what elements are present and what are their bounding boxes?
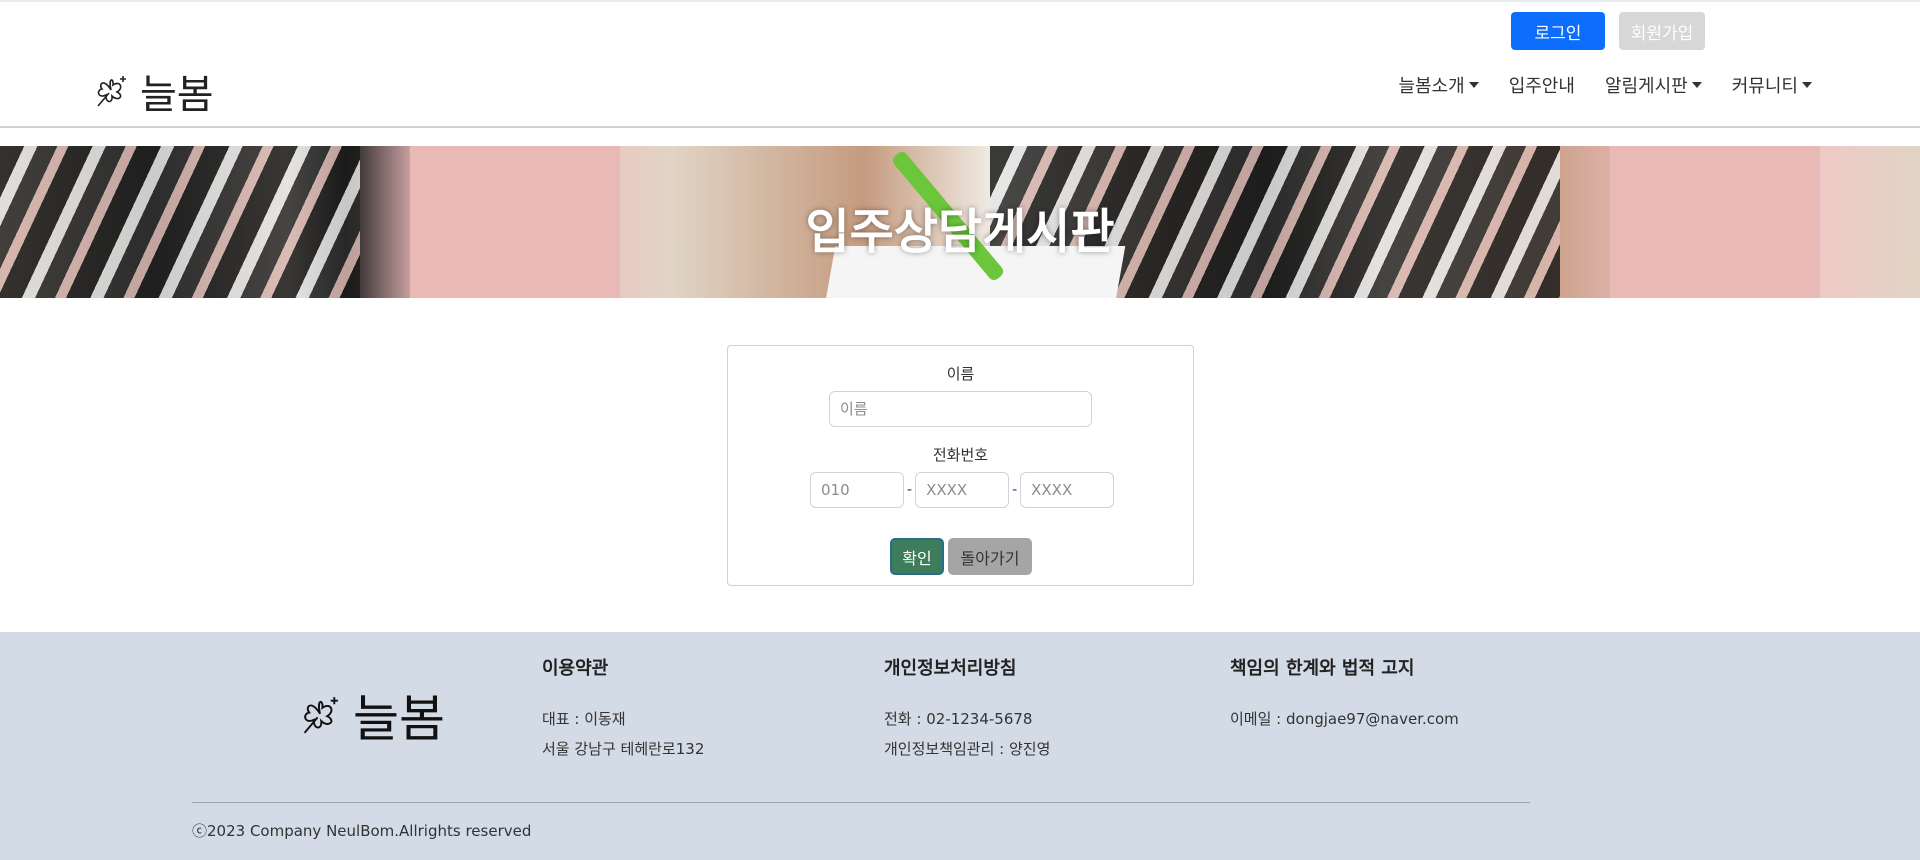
- main-nav: 늘봄소개 입주안내 알림게시판 커뮤니티: [1398, 72, 1812, 98]
- clover-flower-icon: [303, 697, 338, 734]
- caret-down-icon: [1691, 82, 1702, 88]
- footer-terms-column: 이용약관 대표 : 이동재 서울 강남구 테헤란로132: [542, 654, 704, 764]
- terms-link[interactable]: 이용약관: [542, 654, 704, 680]
- nav-label: 입주안내: [1508, 76, 1575, 97]
- copyright-text: ⓒ2023 Company NeulBom.Allrights reserved: [192, 822, 532, 840]
- email-text: 이메일 : dongjae97@naver.com: [1230, 710, 1459, 728]
- site-header: 로그인 회원가입 늘봄 늘봄소개 입주안내 알림게시판 커뮤니티: [0, 0, 1920, 128]
- clover-flower-icon: [97, 76, 126, 107]
- page-banner: 입주상담게시판: [0, 146, 1920, 298]
- ceo-text: 대표 : 이동재: [542, 710, 626, 728]
- phone-middle-input[interactable]: [915, 472, 1010, 508]
- login-button[interactable]: 로그인: [1511, 12, 1605, 50]
- name-input[interactable]: [829, 391, 1092, 427]
- caret-down-icon: [1802, 82, 1812, 88]
- privacy-manager-text: 개인정보책임관리 : 양진영: [884, 740, 1051, 758]
- footer-divider: [192, 802, 1530, 803]
- footer-privacy-column: 개인정보처리방침 전화 : 02-1234-5678 개인정보책임관리 : 양진…: [884, 654, 1050, 764]
- legal-notice-link[interactable]: 책임의 한계와 법적 고지: [1230, 654, 1459, 680]
- nav-item-move-in-guide[interactable]: 입주안내: [1509, 72, 1575, 98]
- footer-logo: 늘봄: [295, 679, 445, 751]
- consult-login-form: 이름 전화번호 - - 확인 돌아가기: [727, 345, 1194, 586]
- confirm-button[interactable]: 확인: [890, 538, 944, 575]
- join-button[interactable]: 회원가입: [1619, 12, 1705, 50]
- footer-legal-column: 책임의 한계와 법적 고지 이메일 : dongjae97@naver.com: [1230, 654, 1459, 734]
- phone-separator: -: [907, 482, 913, 498]
- form-actions: 확인 돌아가기: [890, 538, 1032, 575]
- caret-down-icon: [1468, 82, 1479, 88]
- back-button[interactable]: 돌아가기: [948, 538, 1032, 575]
- nav-item-notice-board[interactable]: 알림게시판: [1605, 72, 1702, 98]
- nav-item-about[interactable]: 늘봄소개: [1398, 72, 1479, 98]
- site-footer: 늘봄 이용약관 대표 : 이동재 서울 강남구 테헤란로132 개인정보처리방침…: [0, 632, 1920, 860]
- nav-item-community[interactable]: 커뮤니티: [1732, 72, 1812, 98]
- phone-separator: -: [1012, 482, 1018, 498]
- auth-buttons: 로그인 회원가입: [1511, 12, 1705, 50]
- brand-name: 늘봄: [140, 72, 214, 118]
- address-text: 서울 강남구 테헤란로132: [542, 740, 705, 758]
- phone-prefix-input[interactable]: [810, 472, 904, 508]
- privacy-policy-link[interactable]: 개인정보처리방침: [884, 654, 1050, 680]
- name-label: 이름: [946, 365, 975, 383]
- phone-text: 전화 : 02-1234-5678: [884, 710, 1033, 728]
- nav-label: 커뮤니티: [1731, 76, 1798, 97]
- phone-last-input[interactable]: [1020, 472, 1115, 508]
- phone-input-group: - -: [810, 472, 1115, 508]
- nav-label: 알림게시판: [1604, 76, 1688, 97]
- phone-label: 전화번호: [932, 446, 989, 464]
- page-title: 입주상담게시판: [805, 204, 1115, 260]
- nav-label: 늘봄소개: [1398, 76, 1465, 97]
- site-logo[interactable]: 늘봄: [90, 62, 214, 120]
- footer-brand-name: 늘봄: [353, 690, 445, 748]
